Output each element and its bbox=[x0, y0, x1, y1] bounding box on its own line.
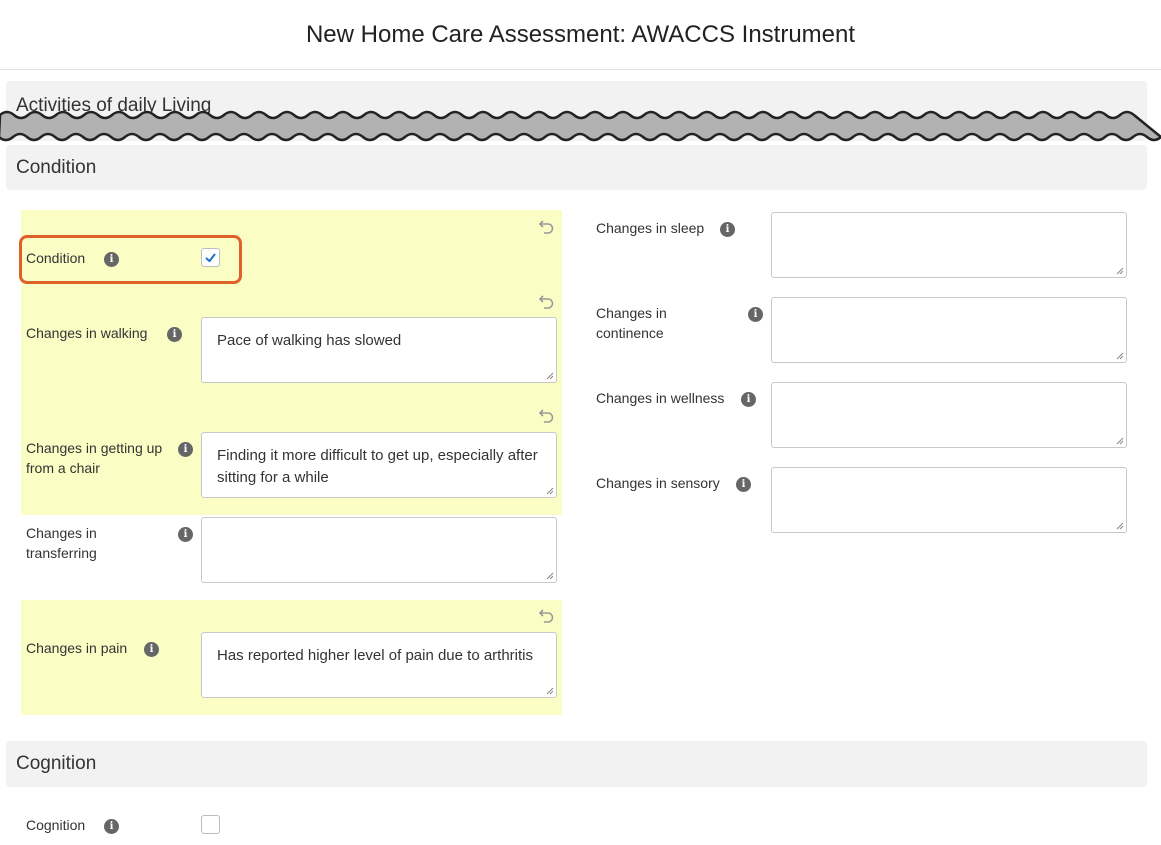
section-header-cognition[interactable]: Cognition bbox=[6, 741, 1147, 787]
transferring-textarea[interactable] bbox=[201, 517, 557, 583]
wellness-label: Changes in wellness bbox=[596, 390, 725, 406]
pain-textarea[interactable]: Has reported higher level of pain due to… bbox=[201, 632, 557, 698]
cognition-label: Cognition bbox=[26, 817, 86, 833]
resize-grip-icon[interactable] bbox=[546, 572, 554, 580]
section-title-condition: Condition bbox=[16, 157, 97, 178]
info-icon[interactable]: i bbox=[736, 477, 751, 492]
undo-icon[interactable] bbox=[538, 606, 556, 624]
info-icon[interactable]: i bbox=[178, 442, 193, 457]
resize-grip-icon[interactable] bbox=[546, 487, 554, 495]
getting-up-textarea[interactable]: Finding it more difficult to get up, esp… bbox=[201, 432, 557, 498]
transferring-label: Changes in transferring bbox=[26, 525, 97, 561]
info-icon[interactable]: i bbox=[720, 222, 735, 237]
info-icon[interactable]: i bbox=[167, 327, 182, 342]
resize-grip-icon[interactable] bbox=[546, 372, 554, 380]
focus-outline bbox=[19, 235, 242, 284]
torn-edge-divider bbox=[0, 110, 1161, 142]
sensory-textarea[interactable] bbox=[771, 467, 1127, 533]
section-header-condition[interactable]: Condition bbox=[6, 145, 1147, 190]
sleep-textarea[interactable] bbox=[771, 212, 1127, 278]
cognition-checkbox[interactable] bbox=[201, 815, 220, 834]
wellness-textarea[interactable] bbox=[771, 382, 1127, 448]
getting-up-value: Finding it more difficult to get up, esp… bbox=[217, 447, 538, 486]
pain-label: Changes in pain bbox=[26, 640, 128, 656]
getting-up-label: Changes in getting up from a chair bbox=[26, 440, 163, 476]
info-icon[interactable]: i bbox=[104, 819, 119, 834]
info-icon[interactable]: i bbox=[178, 527, 193, 542]
undo-icon[interactable] bbox=[538, 217, 556, 235]
resize-grip-icon[interactable] bbox=[1116, 267, 1124, 275]
walking-value: Pace of walking has slowed bbox=[217, 332, 402, 349]
info-icon[interactable]: i bbox=[748, 307, 763, 322]
page-title: New Home Care Assessment: AWACCS Instrum… bbox=[0, 0, 1161, 70]
info-icon[interactable]: i bbox=[741, 392, 756, 407]
undo-icon[interactable] bbox=[538, 406, 556, 424]
sleep-label: Changes in sleep bbox=[596, 220, 705, 236]
walking-label: Changes in walking bbox=[26, 325, 148, 341]
sensory-label: Changes in sensory bbox=[596, 475, 720, 491]
resize-grip-icon[interactable] bbox=[1116, 437, 1124, 445]
pain-value: Has reported higher level of pain due to… bbox=[217, 647, 534, 664]
info-icon[interactable]: i bbox=[144, 642, 159, 657]
resize-grip-icon[interactable] bbox=[546, 687, 554, 695]
section-title-cognition: Cognition bbox=[16, 753, 97, 774]
resize-grip-icon[interactable] bbox=[1116, 522, 1124, 530]
undo-icon[interactable] bbox=[538, 292, 556, 310]
continence-textarea[interactable] bbox=[771, 297, 1127, 363]
continence-label: Changes in continence bbox=[596, 305, 667, 341]
resize-grip-icon[interactable] bbox=[1116, 352, 1124, 360]
walking-textarea[interactable]: Pace of walking has slowed bbox=[201, 317, 557, 383]
